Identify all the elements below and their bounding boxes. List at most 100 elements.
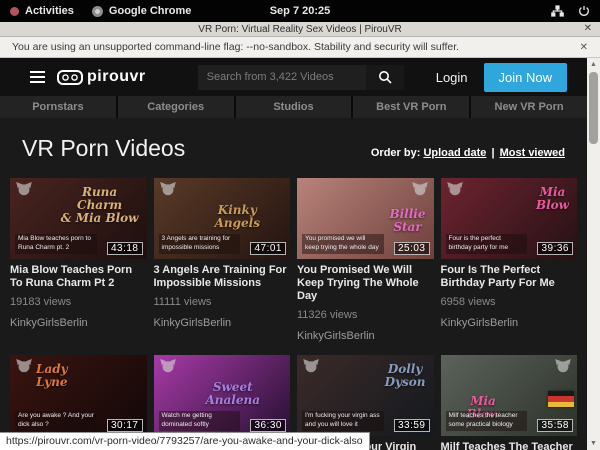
- main-nav: Pornstars Categories Studios Best VR Por…: [0, 96, 587, 118]
- video-card[interactable]: Mia Blow Four is the perfect birthday pa…: [441, 178, 578, 355]
- duration-badge: 39:36: [537, 242, 573, 255]
- video-thumbnail[interactable]: Mia Blow Milf teaches the teacher some p…: [441, 355, 578, 436]
- german-flag: [548, 391, 574, 407]
- nav-item-best-vr-porn[interactable]: Best VR Porn: [353, 96, 469, 118]
- studio-cat-icon: [16, 182, 32, 196]
- video-thumbnail[interactable]: Mia Blow Four is the perfect birthday pa…: [441, 178, 578, 259]
- studio-cat-icon: [555, 359, 571, 373]
- video-title[interactable]: Mia Blow Teaches Porn To Runa Charm Pt 2: [10, 264, 147, 290]
- scrollbar-up-icon[interactable]: ▲: [587, 58, 600, 71]
- activities-label: Activities: [25, 5, 74, 17]
- search-input[interactable]: [198, 65, 366, 90]
- status-url-bubble: https://pirouvr.com/vr-porn-video/779325…: [0, 432, 370, 450]
- video-studio-link[interactable]: KinkyGirlsBerlin: [10, 317, 147, 329]
- nav-item-new-vr-porn[interactable]: New VR Porn: [471, 96, 587, 118]
- video-thumbnail[interactable]: Kinky Angels 3 Angels are training for i…: [154, 178, 291, 259]
- thumb-caption: 3 Angels are training for impossible mis…: [159, 234, 241, 254]
- screen: Activities Google Chrome Sep 7 20:25: [0, 0, 600, 450]
- thumb-model-name: Runa Charm & Mia Blow: [61, 186, 139, 225]
- duration-badge: 25:03: [394, 242, 430, 255]
- order-separator: |: [489, 147, 496, 159]
- scrollbar-down-icon[interactable]: ▼: [587, 437, 600, 450]
- thumb-model-name: Dolly Dyson: [385, 363, 426, 389]
- search-icon: [378, 70, 392, 84]
- video-views: 19183 views: [10, 296, 147, 308]
- video-card[interactable]: Runa Charm & Mia Blow Mia Blow teaches p…: [10, 178, 147, 355]
- thumb-caption: I'm fucking your virgin ass and you will…: [302, 411, 384, 431]
- browser-titlebar: VR Porn: Virtual Reality Sex Videos | Pi…: [0, 22, 600, 37]
- video-thumbnail[interactable]: Runa Charm & Mia Blow Mia Blow teaches p…: [10, 178, 147, 259]
- duration-badge: 43:18: [107, 242, 143, 255]
- duration-badge: 33:59: [394, 419, 430, 432]
- browser-title: VR Porn: Virtual Reality Sex Videos | Pi…: [198, 24, 401, 35]
- thumb-model-name: Billie Star: [389, 208, 425, 234]
- thumb-model-name: Kinky Angels: [215, 204, 260, 230]
- os-taskbar: Activities Google Chrome Sep 7 20:25: [0, 0, 600, 22]
- window-close-icon[interactable]: ✕: [584, 23, 592, 34]
- video-thumbnail[interactable]: Lady Lyne Are you awake ? And your dick …: [10, 355, 147, 436]
- activities-indicator-icon: [10, 7, 19, 16]
- site-logo-text: pirouvr: [87, 68, 146, 86]
- video-studio-link[interactable]: KinkyGirlsBerlin: [441, 317, 578, 329]
- chrome-icon: [92, 6, 103, 17]
- thumb-caption: Milf teaches the teacher some practical …: [446, 411, 528, 431]
- network-icon[interactable]: [551, 5, 564, 17]
- infobar-message: You are using an unsupported command-lin…: [12, 41, 459, 53]
- page-viewport: pirouvr Login Join Now Pornstars Categor…: [0, 58, 587, 450]
- chrome-infobar: You are using an unsupported command-lin…: [0, 37, 600, 58]
- thumb-model-name: Mia Blow: [536, 186, 569, 212]
- scrollbar-thumb[interactable]: [589, 72, 598, 144]
- video-thumbnail[interactable]: Dolly Dyson I'm fucking your virgin ass …: [297, 355, 434, 436]
- activities-button[interactable]: Activities: [10, 5, 74, 17]
- nav-item-pornstars[interactable]: Pornstars: [0, 96, 116, 118]
- video-title[interactable]: You Promised We Will Keep Trying The Who…: [297, 264, 434, 303]
- vr-goggles-icon: [57, 70, 83, 85]
- hamburger-menu-icon[interactable]: [30, 71, 45, 83]
- chrome-app-menu[interactable]: Google Chrome: [92, 5, 192, 17]
- studio-cat-icon: [160, 182, 176, 196]
- thumb-model-name: Sweet Analena: [205, 381, 260, 407]
- order-upload-date-link[interactable]: Upload date: [423, 147, 486, 159]
- order-by: Order by: Upload date | Most viewed: [371, 147, 565, 159]
- order-by-label: Order by:: [371, 147, 421, 159]
- search-button[interactable]: [366, 65, 404, 90]
- thumb-caption: Watch me getting dominated softly: [159, 411, 241, 431]
- studio-cat-icon: [16, 359, 32, 373]
- nav-item-studios[interactable]: Studios: [236, 96, 352, 118]
- video-grid: Runa Charm & Mia Blow Mia Blow teaches p…: [0, 178, 587, 450]
- studio-cat-icon: [160, 359, 176, 373]
- video-card[interactable]: Billie Star You promised we will keep tr…: [297, 178, 434, 355]
- video-title[interactable]: Milf Teaches The Teacher Some Practical …: [441, 441, 578, 450]
- video-card[interactable]: Mia Blow Milf teaches the teacher some p…: [441, 355, 578, 450]
- duration-badge: 35:58: [537, 419, 573, 432]
- video-studio-link[interactable]: KinkyGirlsBerlin: [154, 317, 291, 329]
- heading-row: VR Porn Videos Order by: Upload date | M…: [0, 118, 587, 178]
- join-now-button[interactable]: Join Now: [484, 63, 567, 92]
- power-icon[interactable]: [578, 5, 590, 17]
- video-title[interactable]: 3 Angels Are Training For Impossible Mis…: [154, 264, 291, 290]
- video-card[interactable]: Kinky Angels 3 Angels are training for i…: [154, 178, 291, 355]
- thumb-model-name: Lady Lyne: [36, 363, 68, 389]
- thumb-caption: Mia Blow teaches porn to Runa Charm pt. …: [15, 234, 97, 254]
- studio-cat-icon: [447, 182, 463, 196]
- duration-badge: 36:30: [250, 419, 286, 432]
- studio-cat-icon: [412, 182, 428, 196]
- video-thumbnail[interactable]: Sweet Analena Watch me getting dominated…: [154, 355, 291, 436]
- studio-cat-icon: [303, 359, 319, 373]
- thumb-caption: Four is the perfect birthday party for m…: [446, 234, 528, 254]
- site-logo[interactable]: pirouvr: [57, 68, 146, 86]
- site-header: pirouvr Login Join Now: [0, 58, 587, 96]
- login-link[interactable]: Login: [436, 70, 468, 85]
- video-studio-link[interactable]: KinkyGirlsBerlin: [297, 330, 434, 342]
- duration-badge: 30:17: [107, 419, 143, 432]
- video-views: 6958 views: [441, 296, 578, 308]
- video-views: 11111 views: [154, 296, 291, 308]
- thumb-caption: You promised we will keep trying the who…: [302, 234, 384, 254]
- video-title[interactable]: Four Is The Perfect Birthday Party For M…: [441, 264, 578, 290]
- page-scrollbar[interactable]: ▲ ▼: [587, 58, 600, 450]
- video-thumbnail[interactable]: Billie Star You promised we will keep tr…: [297, 178, 434, 259]
- nav-item-categories[interactable]: Categories: [118, 96, 234, 118]
- page-title: VR Porn Videos: [22, 135, 185, 162]
- order-most-viewed-link[interactable]: Most viewed: [500, 147, 565, 159]
- infobar-close-icon[interactable]: ✕: [580, 42, 588, 53]
